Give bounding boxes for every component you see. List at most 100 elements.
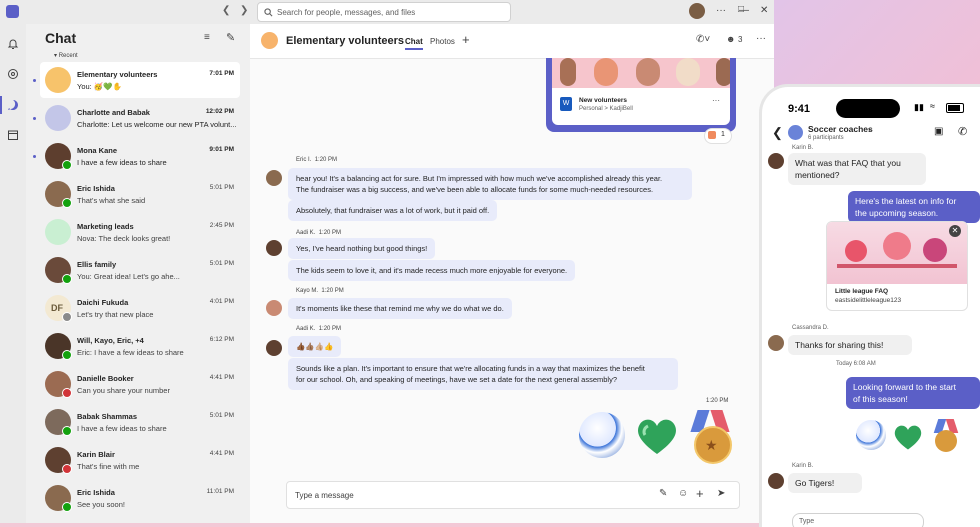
activity-bell-icon[interactable] xyxy=(5,36,21,52)
phone-call-icon[interactable]: ✆ xyxy=(958,125,967,138)
message-bubble[interactable]: Absolutely, that fundraiser was a lot of… xyxy=(288,200,498,221)
message-bubble[interactable]: 👍🏾👍🏽👍🏼👍 xyxy=(288,336,342,357)
avatar xyxy=(45,219,71,245)
message-bubble[interactable]: hear you! It's a balancing act for sure.… xyxy=(288,168,692,200)
chat-preview: That's what she said xyxy=(77,196,146,205)
chat-name: Mona Kane xyxy=(77,146,118,155)
phone-composer-input[interactable]: Type xyxy=(799,518,814,525)
composer-input[interactable]: Type a message xyxy=(295,491,354,500)
chat-preview: Nova: The deck looks great! xyxy=(77,234,171,243)
calendar-icon[interactable] xyxy=(5,127,21,143)
unread-dot xyxy=(33,117,36,120)
more-options-icon[interactable]: ··· xyxy=(716,5,726,16)
phone-message-bubble[interactable]: Thanks for sharing this! xyxy=(788,335,912,355)
message-author: Kayo M. xyxy=(296,288,319,294)
reaction-pill[interactable]: 1 xyxy=(704,128,732,144)
chat-preview: Charlotte: Let us welcome our new PTA vo… xyxy=(77,120,237,129)
search-input[interactable]: Search for people, messages, and files xyxy=(257,2,511,22)
chat-list-item[interactable]: Mona Kane I have a few ideas to share 9:01… xyxy=(33,138,240,174)
presence-status-icon xyxy=(62,350,72,360)
faq-card[interactable]: ✕ Little league FAQ eastsidelittleleague… xyxy=(826,221,968,311)
maximize-icon[interactable]: □ xyxy=(738,4,744,15)
attach-icon[interactable]: + xyxy=(696,486,704,501)
sender-avatar xyxy=(768,473,784,489)
phone-message-bubble[interactable]: Go Tigers! xyxy=(788,473,862,493)
recent-section-label: ▾ Recent xyxy=(54,53,78,59)
back-arrow-icon[interactable]: ❮ xyxy=(222,5,230,16)
message-text: Absolutely, that fundraiser was a lot of… xyxy=(296,206,490,215)
chat-list-item[interactable]: Ellis family You: Great idea! Let's go ah… xyxy=(40,252,240,288)
phone-message-text: What was that FAQ that you xyxy=(795,158,901,168)
chat-preview: That's fine with me xyxy=(77,462,140,471)
title-bar: ❮ ❯ Search for people, messages, and fil… xyxy=(0,0,774,24)
phone-chat-title[interactable]: Soccer coaches xyxy=(808,124,873,134)
chat-list-item[interactable]: Karin Blair That's fine with me 4:41 PM xyxy=(40,442,240,478)
more-icon[interactable]: ··· xyxy=(756,33,766,44)
message-time: 1:20 PM xyxy=(318,326,342,332)
chat-time: 6:12 PM xyxy=(209,336,234,343)
word-file-icon: W xyxy=(560,97,572,111)
message-time: 1:20 PM xyxy=(321,288,344,294)
chat-time: 5:01 PM xyxy=(209,260,234,267)
chat-list-item[interactable]: DF Daichi Fukuda Let's try that new place 4… xyxy=(40,290,240,326)
chat-list-item[interactable]: Danielle Booker Can you share your number… xyxy=(40,366,240,402)
unread-dot xyxy=(33,155,36,158)
chat-list-item[interactable]: Marketing leads Nova: The deck looks grea… xyxy=(40,214,240,250)
new-chat-icon[interactable]: ✎ xyxy=(226,31,235,44)
phone-message-bubble[interactable]: Here's the latest on info for the upcomin… xyxy=(848,191,980,223)
video-call-icon[interactable]: ▣ xyxy=(934,126,943,137)
emoji-icon[interactable]: ☺ xyxy=(678,488,688,499)
call-icon[interactable]: ✆˅ xyxy=(696,34,710,45)
message-bubble[interactable]: Yes, I've heard nothing but good things! xyxy=(288,238,436,259)
dynamic-island xyxy=(836,99,900,118)
chat-list-item[interactable]: Charlotte and Babak Charlotte: Let us wel… xyxy=(33,100,240,136)
chat-list-item[interactable]: Eric Ishida See you soon! 11:01 PM xyxy=(40,480,240,516)
send-icon[interactable]: ➤ xyxy=(717,488,725,499)
tab-photos[interactable]: Photos xyxy=(430,37,455,46)
message-bubble[interactable]: The kids seem to love it, and it's made … xyxy=(288,260,576,281)
chat-preview: You: 🥳💚✋ xyxy=(77,82,122,91)
message-bubble[interactable]: Sounds like a plan. It's important to en… xyxy=(288,358,678,390)
profile-avatar[interactable] xyxy=(689,3,705,19)
search-placeholder: Search for people, messages, and files xyxy=(277,7,416,17)
message-text: The kids seem to love it, and it's made … xyxy=(296,266,568,275)
chat-name: Eric Ishida xyxy=(77,184,115,193)
conversation-pane: Elementary volunteers Chat Photos + ✆˅ ☻… xyxy=(250,24,774,523)
shared-file-card[interactable]: W New volunteers Personal > KadjiBell ··… xyxy=(546,58,736,132)
tab-chat[interactable]: Chat xyxy=(405,37,423,50)
chat-list-item[interactable]: Elementary volunteers You: 🥳💚✋ 7:01 PM xyxy=(33,62,240,98)
forward-arrow-icon[interactable]: ❯ xyxy=(240,5,248,16)
chat-list-item[interactable]: Will, Kayo, Eric, +4 Eric: I have a few i… xyxy=(40,328,240,364)
participants-icon[interactable]: ☻ xyxy=(726,34,735,44)
green-heart-sticker xyxy=(634,416,680,456)
chat-list-item[interactable]: Babak Shammas I have a few ideas to share… xyxy=(40,404,240,440)
message-composer[interactable]: Type a message ✎ ☺ + ➤ xyxy=(286,481,740,509)
chat-preview: Let's try that new place xyxy=(77,310,154,319)
phone-message-bubble[interactable]: What was that FAQ that you mentioned? xyxy=(788,153,926,185)
card-title: Little league FAQ xyxy=(835,288,889,295)
communities-icon[interactable] xyxy=(5,66,21,82)
chat-time: 9:01 PM xyxy=(209,146,234,153)
phone-composer[interactable]: Type xyxy=(792,513,924,527)
message-bubble[interactable]: It's moments like these that remind me w… xyxy=(288,298,512,319)
message-text: 👍🏾👍🏽👍🏼👍 xyxy=(296,342,334,351)
search-icon xyxy=(264,7,273,16)
phone-message-text: Here's the latest on info for xyxy=(855,196,957,206)
add-tab-icon[interactable]: + xyxy=(462,32,470,47)
phone-message-author: Karin B. xyxy=(792,463,814,469)
mobile-phone-screen: 9:41 ▮▮ ≈ ❮ Soccer coaches › 6 participa… xyxy=(762,87,980,527)
card-close-icon[interactable]: ✕ xyxy=(949,225,961,237)
filter-icon[interactable]: ≡ xyxy=(204,32,210,43)
phone-back-icon[interactable]: ❮ xyxy=(772,125,783,141)
reaction-count: 1 xyxy=(721,131,725,138)
phone-participants: 6 participants xyxy=(808,135,844,141)
phone-message-bubble[interactable]: Looking forward to the start of this seas… xyxy=(846,377,980,409)
close-icon[interactable]: ✕ xyxy=(760,5,768,16)
chat-list-item[interactable]: Eric Ishida That's what she said 5:01 PM xyxy=(40,176,240,212)
chat-icon[interactable] xyxy=(5,97,21,113)
chat-preview: See you soon! xyxy=(77,500,125,509)
teams-logo-icon xyxy=(6,5,19,18)
format-icon[interactable]: ✎ xyxy=(659,488,667,499)
file-more-icon[interactable]: ··· xyxy=(712,96,720,105)
presence-status-icon xyxy=(62,160,72,170)
